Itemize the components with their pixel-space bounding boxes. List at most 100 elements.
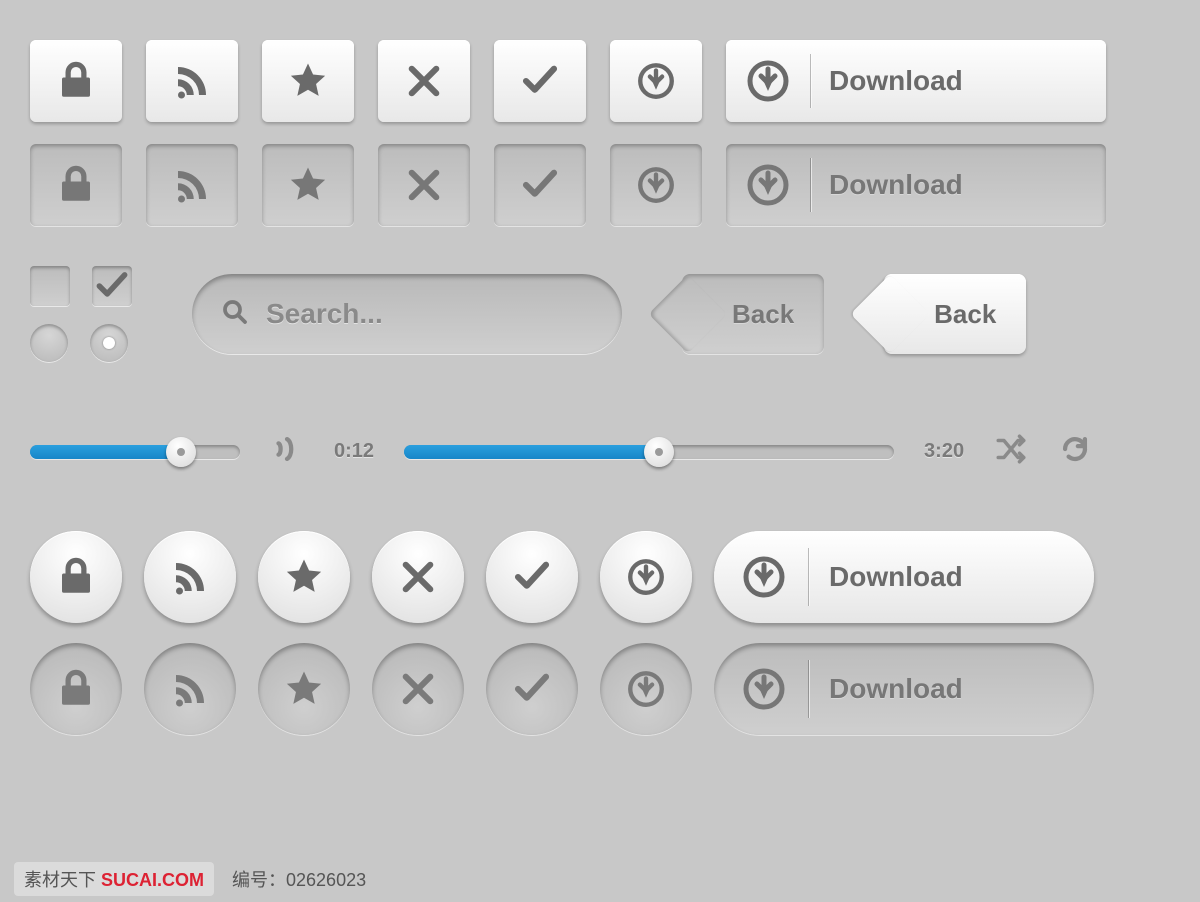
download-circle-icon	[744, 161, 792, 209]
rss-icon	[169, 668, 211, 710]
back-label: Back	[732, 299, 794, 330]
lock-icon	[55, 668, 97, 710]
lock-round-button[interactable]	[30, 531, 122, 623]
download-circle-icon	[740, 665, 788, 713]
sound-icon	[270, 432, 304, 471]
star-round-button[interactable]	[258, 531, 350, 623]
round-buttons-dark-row: Download	[30, 643, 1170, 735]
divider	[810, 54, 811, 108]
star-icon	[283, 556, 325, 598]
progress-slider[interactable]	[404, 445, 894, 459]
controls-row: Search... Back Back	[30, 266, 1170, 362]
rss-round-button[interactable]	[144, 531, 236, 623]
star-round-button-pressed[interactable]	[258, 643, 350, 735]
progress-fill	[404, 445, 659, 459]
player-row: 0:12 3:20	[30, 432, 1170, 471]
check-icon	[519, 60, 561, 102]
radio-dot	[103, 337, 115, 349]
brand-tag: 素材天下 SUCAI.COM	[14, 862, 214, 896]
confirm-round-button-pressed[interactable]	[486, 643, 578, 735]
star-button-pressed[interactable]	[262, 144, 354, 226]
divider	[808, 548, 809, 606]
total-time: 3:20	[924, 440, 964, 463]
download-round-button-pressed[interactable]	[600, 643, 692, 735]
brand-name: 素材天下	[24, 870, 96, 890]
download-icon-button-pressed[interactable]	[610, 144, 702, 226]
rss-icon	[169, 556, 211, 598]
download-circle-icon	[635, 60, 677, 102]
download-pill-button[interactable]: Download	[714, 531, 1094, 623]
volume-slider[interactable]	[30, 445, 240, 459]
toggle-group	[30, 266, 132, 362]
download-label: Download	[829, 561, 963, 593]
lock-icon	[55, 556, 97, 598]
x-icon	[403, 164, 445, 206]
radio-selected[interactable]	[90, 324, 128, 362]
square-buttons-light-row: Download	[30, 40, 1170, 122]
lock-icon	[55, 164, 97, 206]
close-round-button-pressed[interactable]	[372, 643, 464, 735]
volume-fill	[30, 445, 181, 459]
brand-suffix: SUCAI.COM	[101, 870, 204, 890]
download-round-button[interactable]	[600, 531, 692, 623]
back-button-dark[interactable]: Back	[682, 274, 824, 354]
search-input[interactable]: Search...	[192, 274, 622, 354]
radio-unselected[interactable]	[30, 324, 68, 362]
download-circle-icon	[625, 556, 667, 598]
lock-button-pressed[interactable]	[30, 144, 122, 226]
close-button-pressed[interactable]	[378, 144, 470, 226]
x-icon	[403, 60, 445, 102]
elapsed-time: 0:12	[334, 440, 374, 463]
confirm-round-button[interactable]	[486, 531, 578, 623]
rss-round-button-pressed[interactable]	[144, 643, 236, 735]
download-button-pressed[interactable]: Download	[726, 144, 1106, 226]
close-round-button[interactable]	[372, 531, 464, 623]
volume-knob[interactable]	[166, 437, 196, 467]
checkbox-unchecked[interactable]	[30, 266, 70, 306]
rss-icon	[171, 60, 213, 102]
asset-meta: 编号：02626023	[232, 866, 366, 892]
check-icon	[511, 668, 553, 710]
download-icon-button[interactable]	[610, 40, 702, 122]
rss-button-pressed[interactable]	[146, 144, 238, 226]
check-icon	[519, 164, 561, 206]
star-button[interactable]	[262, 40, 354, 122]
round-buttons-light-row: Download	[30, 531, 1170, 623]
meta-value: 02626023	[286, 870, 366, 890]
check-icon	[511, 556, 553, 598]
meta-label: 编号：	[232, 870, 286, 890]
lock-button[interactable]	[30, 40, 122, 122]
star-icon	[283, 668, 325, 710]
star-icon	[287, 164, 329, 206]
back-button-light[interactable]: Back	[884, 274, 1026, 354]
rss-icon	[171, 164, 213, 206]
lock-round-button-pressed[interactable]	[30, 643, 122, 735]
confirm-button-pressed[interactable]	[494, 144, 586, 226]
divider	[810, 158, 811, 212]
close-button[interactable]	[378, 40, 470, 122]
x-icon	[397, 556, 439, 598]
progress-knob[interactable]	[644, 437, 674, 467]
download-circle-icon	[625, 668, 667, 710]
download-circle-icon	[744, 57, 792, 105]
search-placeholder: Search...	[266, 298, 383, 330]
site-footer: 素材天下 SUCAI.COM 编号：02626023	[0, 862, 1200, 896]
star-icon	[287, 60, 329, 102]
confirm-button[interactable]	[494, 40, 586, 122]
shuffle-button[interactable]	[994, 432, 1028, 471]
download-label: Download	[829, 65, 963, 97]
download-circle-icon	[635, 164, 677, 206]
rss-button[interactable]	[146, 40, 238, 122]
download-circle-icon	[740, 553, 788, 601]
download-pill-button-pressed[interactable]: Download	[714, 643, 1094, 735]
checkbox-checked[interactable]	[92, 266, 132, 306]
square-buttons-dark-row: Download	[30, 144, 1170, 226]
download-button[interactable]: Download	[726, 40, 1106, 122]
download-label: Download	[829, 673, 963, 705]
reload-button[interactable]	[1058, 432, 1092, 471]
download-label: Download	[829, 169, 963, 201]
divider	[808, 660, 809, 718]
lock-icon	[55, 60, 97, 102]
x-icon	[397, 668, 439, 710]
back-label: Back	[934, 299, 996, 330]
